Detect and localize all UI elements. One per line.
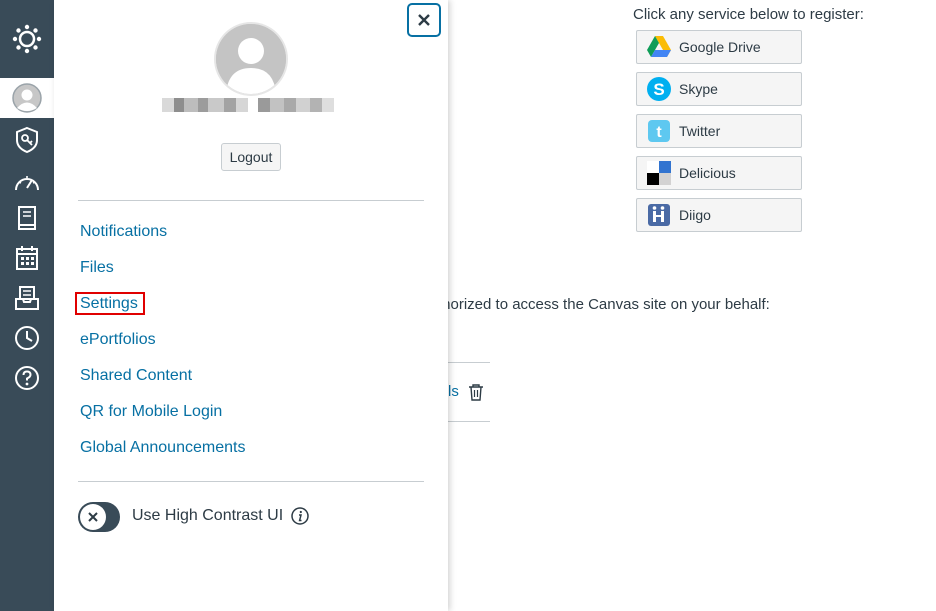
service-label: Diigo [679, 207, 711, 223]
close-tray-button[interactable] [407, 3, 441, 37]
nav-dashboard[interactable] [0, 164, 54, 200]
table-divider [448, 421, 490, 422]
trash-icon[interactable] [468, 383, 484, 406]
global-navigation [0, 0, 54, 611]
nav-calendar[interactable] [0, 240, 54, 276]
nav-admin[interactable] [0, 122, 54, 158]
account-tray: Logout Notifications Files Settings ePor… [54, 0, 448, 611]
row-link-fragment[interactable]: ls [448, 383, 459, 400]
service-label: Twitter [679, 123, 721, 139]
menu-item-eportfolios[interactable]: ePortfolios [78, 322, 247, 358]
speedometer-icon [15, 176, 39, 191]
service-delicious-button[interactable]: Delicious [636, 156, 802, 190]
account-nav-item[interactable] [0, 78, 54, 118]
svg-text:t: t [656, 124, 662, 141]
authorized-apps-text: thorized to access the Canvas site on yo… [438, 296, 770, 313]
high-contrast-toggle[interactable] [78, 502, 120, 532]
close-icon [418, 14, 430, 26]
table-divider [448, 362, 490, 363]
service-skype-button[interactable]: S Skype [636, 72, 802, 106]
nav-inbox[interactable] [0, 280, 54, 316]
menu-item-settings[interactable]: Settings [75, 286, 247, 322]
menu-item-shared-content[interactable]: Shared Content [78, 358, 247, 394]
diigo-icon [646, 202, 672, 228]
register-prompt: Click any service below to register: [633, 6, 864, 23]
shield-key-icon [16, 126, 38, 154]
menu-item-notifications[interactable]: Notifications [78, 214, 247, 250]
clock-icon [15, 326, 39, 350]
twitter-icon: t [646, 118, 672, 144]
service-label: Skype [679, 81, 718, 97]
book-icon [18, 206, 36, 230]
service-google-drive-button[interactable]: Google Drive [636, 30, 802, 64]
menu-item-global-announcements[interactable]: Global Announcements [78, 430, 247, 466]
high-contrast-label: Use High Contrast UI [132, 507, 284, 524]
menu-item-qr-mobile-login[interactable]: QR for Mobile Login [78, 394, 247, 430]
service-label: Google Drive [679, 39, 761, 55]
nav-help[interactable] [0, 360, 54, 396]
calendar-icon [16, 246, 38, 270]
nav-history[interactable] [0, 320, 54, 356]
default-avatar-icon [216, 24, 286, 94]
help-icon [15, 366, 39, 390]
tray-divider [78, 481, 424, 482]
nav-courses[interactable] [0, 200, 54, 236]
google-drive-icon [646, 34, 672, 60]
logout-button[interactable]: Logout [221, 143, 281, 171]
menu-item-files[interactable]: Files [78, 250, 247, 286]
svg-text:S: S [653, 80, 664, 99]
skype-icon: S [646, 76, 672, 102]
account-menu: Notifications Files Settings ePortfolios… [75, 214, 247, 466]
tray-divider [78, 200, 424, 201]
inbox-icon [15, 286, 39, 310]
account-avatar-icon [12, 83, 42, 113]
x-icon [88, 512, 98, 522]
canvas-logo-icon[interactable] [0, 0, 54, 78]
service-label: Delicious [679, 165, 736, 181]
toggle-knob [80, 504, 106, 530]
info-icon[interactable] [291, 507, 309, 530]
blurred-username [162, 95, 344, 115]
service-twitter-button[interactable]: t Twitter [636, 114, 802, 148]
service-diigo-button[interactable]: Diigo [636, 198, 802, 232]
delicious-icon [646, 160, 672, 186]
user-avatar [216, 24, 286, 94]
